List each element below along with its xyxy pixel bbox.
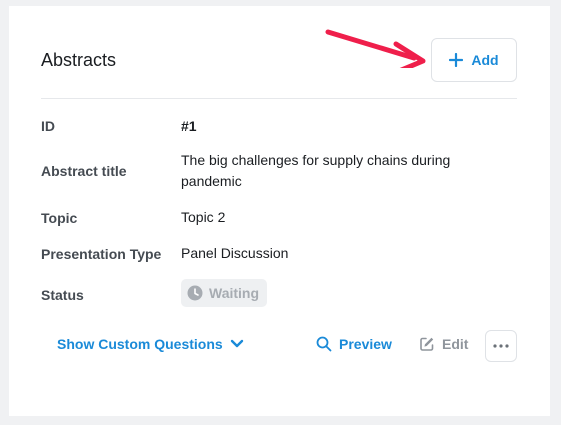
- search-icon: [316, 336, 332, 352]
- card-title: Abstracts: [41, 50, 117, 70]
- show-custom-questions-label: Show Custom Questions: [57, 336, 223, 352]
- add-button[interactable]: Add: [431, 38, 517, 82]
- pencil-icon: [420, 337, 434, 351]
- edit-label: Edit: [442, 336, 469, 352]
- abstract-title-value: The big challenges for supply chains dur…: [181, 152, 451, 189]
- more-options-button[interactable]: [485, 330, 517, 362]
- red-arrow-icon: [325, 29, 426, 68]
- status-label: Status: [41, 287, 84, 303]
- topic-value: Topic 2: [181, 209, 226, 225]
- clock-icon: [187, 285, 203, 301]
- chevron-down-icon: [230, 339, 243, 348]
- status-value: Waiting: [209, 285, 260, 301]
- show-custom-questions-button[interactable]: Show Custom Questions: [57, 336, 244, 352]
- ellipsis-icon: [493, 344, 509, 348]
- presentation-type-value: Panel Discussion: [181, 245, 289, 261]
- id-value: #1: [181, 118, 197, 134]
- id-label: ID: [41, 118, 55, 134]
- plus-icon: [449, 53, 464, 67]
- abstracts-card: Abstracts Add ID #1 Abstract title The b…: [9, 6, 550, 416]
- status-badge: Waiting: [181, 279, 268, 307]
- presentation-type-label: Presentation Type: [41, 246, 162, 262]
- preview-button[interactable]: Preview: [316, 336, 392, 352]
- divider: [41, 98, 517, 99]
- preview-label: Preview: [339, 336, 392, 352]
- abstract-title-label: Abstract title: [41, 163, 127, 179]
- edit-button[interactable]: Edit: [419, 336, 468, 352]
- topic-label: Topic: [41, 210, 78, 226]
- add-button-label: Add: [471, 52, 499, 68]
